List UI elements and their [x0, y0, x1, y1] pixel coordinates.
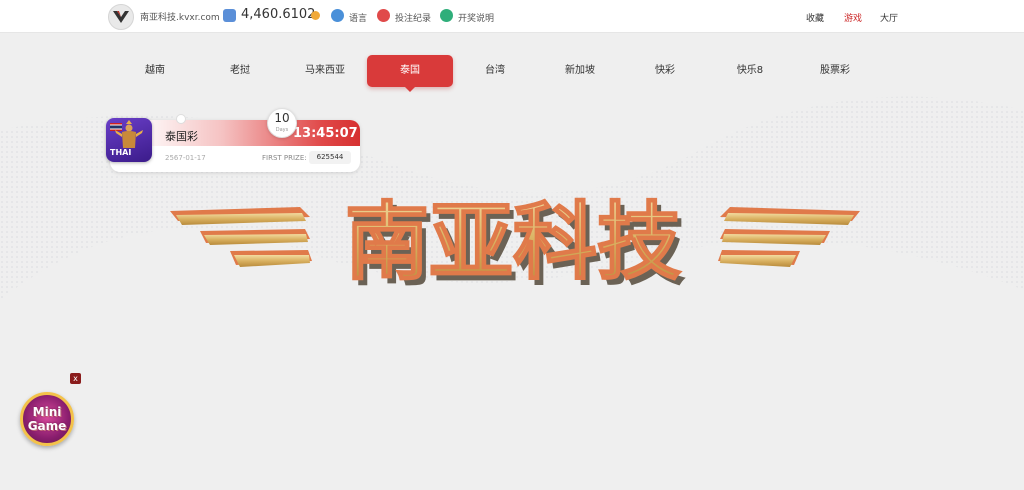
favorites-link[interactable]: 收藏 [806, 11, 824, 24]
tab-malaysia[interactable]: 马来西亚 [282, 55, 368, 87]
info-icon[interactable] [440, 9, 453, 22]
countdown-badge: 10 Days [267, 108, 297, 138]
globe-icon[interactable] [331, 9, 344, 22]
mini-game-button[interactable]: Mini Game [20, 392, 74, 446]
mini-game-label-line2: Game [27, 419, 67, 433]
tab-singapore[interactable]: 新加坡 [537, 55, 623, 87]
indicator-dot [176, 114, 186, 124]
tab-quick-lottery[interactable]: 快彩 [622, 55, 708, 87]
prize-value: 625544 [309, 151, 351, 164]
draw-date: 2567-01-17 [165, 154, 206, 162]
language-link[interactable]: 语言 [349, 11, 367, 24]
countdown-days: 10 [274, 111, 290, 125]
tab-happy8[interactable]: 快乐8 [707, 55, 793, 87]
thai-badge[interactable]: THAI [106, 118, 152, 162]
site-name: 南亚科技.kvxr.com [140, 13, 220, 23]
bet-record-link[interactable]: 投注纪录 [395, 11, 431, 24]
left-wing-icon [170, 207, 312, 267]
hero-title: 南亚科技 [345, 193, 681, 290]
draw-time: 13:45:07 [293, 126, 358, 141]
tab-stock-lottery[interactable]: 股票彩 [792, 55, 878, 87]
tab-vietnam[interactable]: 越南 [112, 55, 198, 87]
right-wing-icon [718, 207, 860, 267]
draw-info-link[interactable]: 开奖说明 [458, 11, 494, 24]
hero-logo: 南亚科技 南亚科技 [170, 192, 860, 290]
logo-icon [113, 11, 129, 23]
prize-label: FIRST PRIZE: [262, 154, 307, 162]
site-logo[interactable] [108, 4, 134, 30]
games-link[interactable]: 游戏 [844, 11, 862, 24]
lottery-name: 泰国彩 [165, 130, 198, 143]
mini-game-label-line1: Mini [32, 405, 62, 419]
top-bar: 南亚科技.kvxr.com 4,460.6102 语言 投注纪录 开奖说明 收藏… [0, 0, 1024, 33]
record-icon[interactable] [377, 9, 390, 22]
tab-taiwan[interactable]: 台湾 [452, 55, 538, 87]
lobby-link[interactable]: 大厅 [880, 11, 898, 24]
tab-laos[interactable]: 老挝 [197, 55, 283, 87]
tab-thailand[interactable]: 泰国 [367, 55, 453, 92]
badge-label: THAI [110, 148, 132, 157]
balance-amount: 4,460.6102 [241, 7, 316, 22]
countdown-unit: Days [275, 127, 289, 133]
wallet-icon [223, 9, 236, 22]
mini-game-close-button[interactable]: x [70, 373, 81, 384]
refresh-icon[interactable] [311, 11, 320, 20]
